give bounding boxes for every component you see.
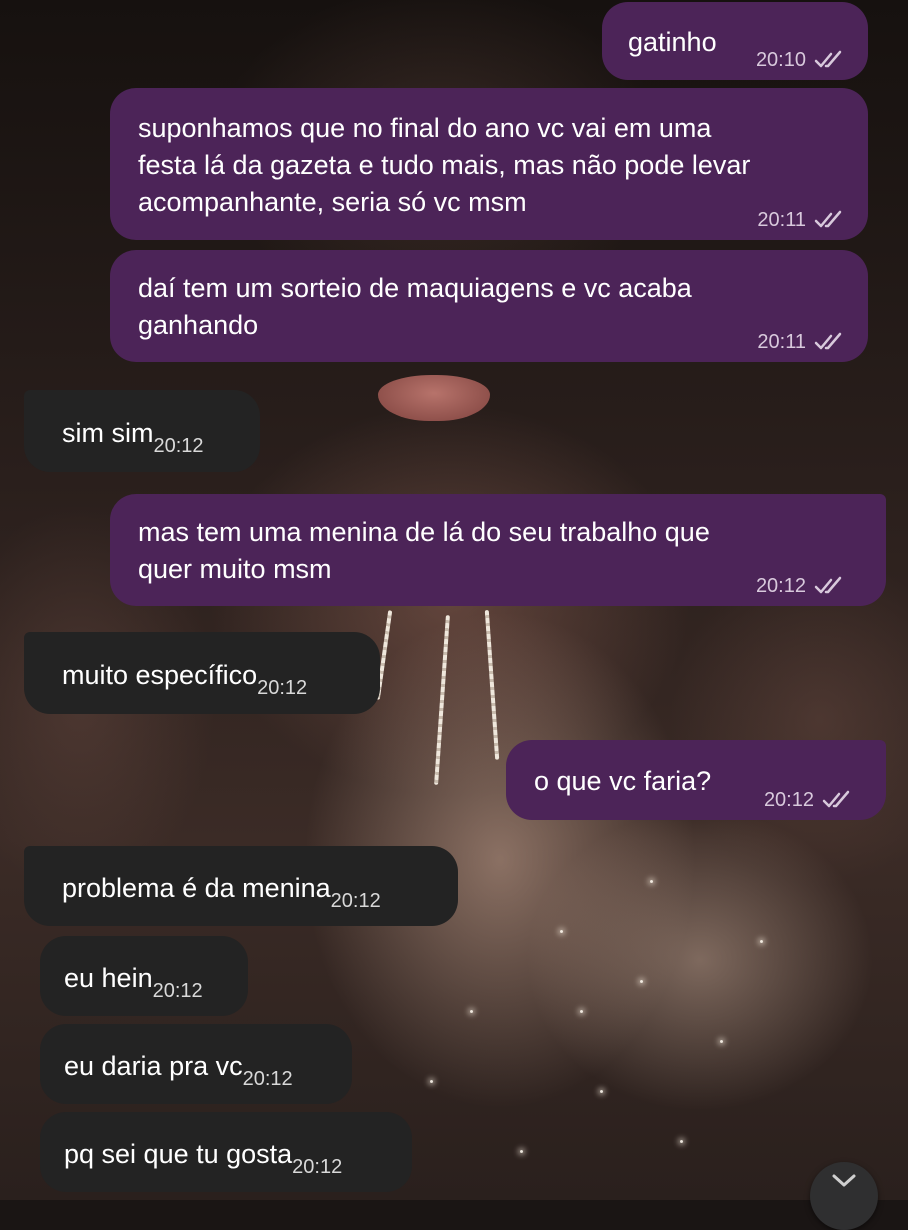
message-text: sim sim <box>62 418 154 448</box>
message-meta: 20:10 <box>756 48 846 72</box>
message-time: 20:11 <box>757 209 806 231</box>
message-meta: 20:12 <box>764 788 854 812</box>
message-text-line: ganhando <box>138 310 259 340</box>
message-text-line: mas tem uma menina de lá do seu trabalho… <box>138 517 710 547</box>
message-meta: 20:12 <box>756 574 846 598</box>
scroll-to-bottom-button[interactable] <box>810 1162 878 1230</box>
message-time: 20:12 <box>763 789 814 811</box>
double-check-icon <box>822 790 850 808</box>
message-text: eu daria pra vc <box>64 1051 243 1081</box>
message-text-line: festa lá da gazeta e tudo mais, mas não … <box>138 150 751 180</box>
double-check-icon <box>814 576 842 594</box>
message-time: 20:12 <box>242 1068 293 1090</box>
message-bubble-incoming[interactable]: eu hein20:12 <box>40 936 248 1016</box>
message-time: 20:12 <box>257 677 308 699</box>
message-text-line: quer muito msm <box>138 554 332 584</box>
message-text-line: suponhamos que no final do ano vc vai em… <box>138 113 712 143</box>
message-meta: 20:11 <box>757 330 846 354</box>
message-bubble-outgoing[interactable]: daí tem um sorteio de maquiagens e vc ac… <box>110 250 868 362</box>
message-time: 20:12 <box>755 575 806 597</box>
message-bubble-incoming[interactable]: problema é da menina20:12 <box>24 846 458 926</box>
message-bubble-incoming[interactable]: pq sei que tu gosta20:12 <box>40 1112 412 1192</box>
message-text: eu hein <box>64 963 153 993</box>
double-check-icon <box>814 210 842 228</box>
chevron-down-icon <box>832 1174 856 1187</box>
chat-message-list[interactable]: gatinho 20:10 suponhamos que no final do… <box>0 0 908 1200</box>
message-bubble-outgoing[interactable]: suponhamos que no final do ano vc vai em… <box>110 88 868 240</box>
message-text: pq sei que tu gosta <box>64 1139 293 1169</box>
message-time: 20:12 <box>153 435 204 457</box>
message-time: 20:12 <box>330 890 381 912</box>
message-text-line: daí tem um sorteio de maquiagens e vc ac… <box>138 273 692 303</box>
message-text: muito específico <box>62 660 258 690</box>
message-text-line: acompanhante, seria só vc msm <box>138 187 527 217</box>
message-bubble-outgoing[interactable]: mas tem uma menina de lá do seu trabalho… <box>110 494 886 606</box>
message-bubble-incoming[interactable]: muito específico20:12 <box>24 632 380 714</box>
message-bubble-outgoing[interactable]: o que vc faria? 20:12 <box>506 740 886 820</box>
message-bubble-incoming[interactable]: sim sim20:12 <box>24 390 260 472</box>
message-time: 20:10 <box>755 49 806 71</box>
message-bubble-outgoing[interactable]: gatinho 20:10 <box>602 2 868 80</box>
message-bubble-incoming[interactable]: eu daria pra vc20:12 <box>40 1024 352 1104</box>
double-check-icon <box>814 332 842 350</box>
message-time: 20:12 <box>152 980 203 1002</box>
message-time: 20:11 <box>757 331 806 353</box>
message-text: problema é da menina <box>62 873 331 903</box>
message-meta: 20:11 <box>757 208 846 232</box>
message-time: 20:12 <box>292 1156 343 1178</box>
double-check-icon <box>814 50 842 68</box>
